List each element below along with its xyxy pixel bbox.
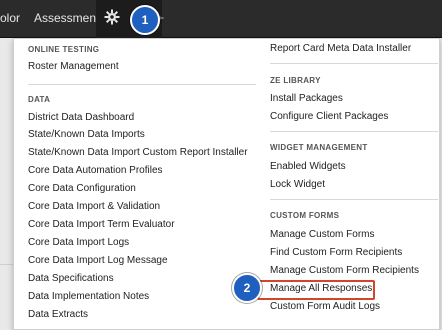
section-title-custom-forms: CUSTOM FORMS <box>270 211 340 220</box>
section-title-widget-management: WIDGET MANAGEMENT <box>270 143 368 152</box>
menu-item-install-packages[interactable]: Install Packages <box>270 93 343 105</box>
menu-item-data-extracts[interactable]: Data Extracts <box>28 309 88 321</box>
nav-item-color[interactable]: olor <box>0 11 20 25</box>
menu-item-data-implementation-notes[interactable]: Data Implementation Notes <box>28 291 149 303</box>
background-page <box>0 38 13 330</box>
menu-item-roster-management[interactable]: Roster Management <box>28 61 119 73</box>
divider <box>270 63 438 64</box>
menu-item-core-data-configuration[interactable]: Core Data Configuration <box>28 183 136 195</box>
step-callout-2: 2 <box>232 273 262 303</box>
settings-dropdown-menu: ONLINE TESTING Roster Management DATA Di… <box>13 38 440 330</box>
menu-item-report-card-meta-data-installer[interactable]: Report Card Meta Data Installer <box>270 43 411 55</box>
divider <box>270 131 438 132</box>
menu-item-state-known-report-installer[interactable]: State/Known Data Import Custom Report In… <box>28 147 248 159</box>
menu-item-enabled-widgets[interactable]: Enabled Widgets <box>270 161 346 173</box>
menu-item-custom-form-audit-logs[interactable]: Custom Form Audit Logs <box>270 301 380 313</box>
menu-item-state-known-data-imports[interactable]: State/Known Data Imports <box>28 129 145 141</box>
menu-item-data-specifications[interactable]: Data Specifications <box>28 273 114 285</box>
menu-item-manage-custom-form-recipients[interactable]: Manage Custom Form Recipients <box>270 265 419 277</box>
top-nav-bar: olor Assessments <box>0 0 442 38</box>
menu-item-find-custom-form-recipients[interactable]: Find Custom Form Recipients <box>270 247 402 259</box>
divider <box>270 199 438 200</box>
divider <box>28 84 256 85</box>
background-divider <box>0 264 13 265</box>
menu-item-manage-custom-forms[interactable]: Manage Custom Forms <box>270 229 374 241</box>
section-title-online-testing: ONLINE TESTING <box>28 45 100 54</box>
section-title-ze-library: ZE LIBRARY <box>270 76 321 85</box>
menu-item-configure-client-packages[interactable]: Configure Client Packages <box>270 111 388 123</box>
section-title-data: DATA <box>28 95 51 104</box>
gear-icon[interactable] <box>104 9 120 25</box>
menu-item-core-data-import-logs[interactable]: Core Data Import Logs <box>28 237 129 249</box>
step-callout-1: 1 <box>130 5 160 35</box>
menu-item-core-data-import-validation[interactable]: Core Data Import & Validation <box>28 201 160 213</box>
menu-item-core-data-import-term-evaluator[interactable]: Core Data Import Term Evaluator <box>28 219 175 231</box>
menu-item-lock-widget[interactable]: Lock Widget <box>270 179 325 191</box>
highlight-box-manage-all-responses <box>257 280 375 300</box>
menu-item-core-data-import-log-message[interactable]: Core Data Import Log Message <box>28 255 168 267</box>
nav-item-assessments[interactable]: Assessments <box>34 11 105 25</box>
menu-item-core-data-automation-profiles[interactable]: Core Data Automation Profiles <box>28 165 163 177</box>
menu-item-district-data-dashboard[interactable]: District Data Dashboard <box>28 112 134 124</box>
